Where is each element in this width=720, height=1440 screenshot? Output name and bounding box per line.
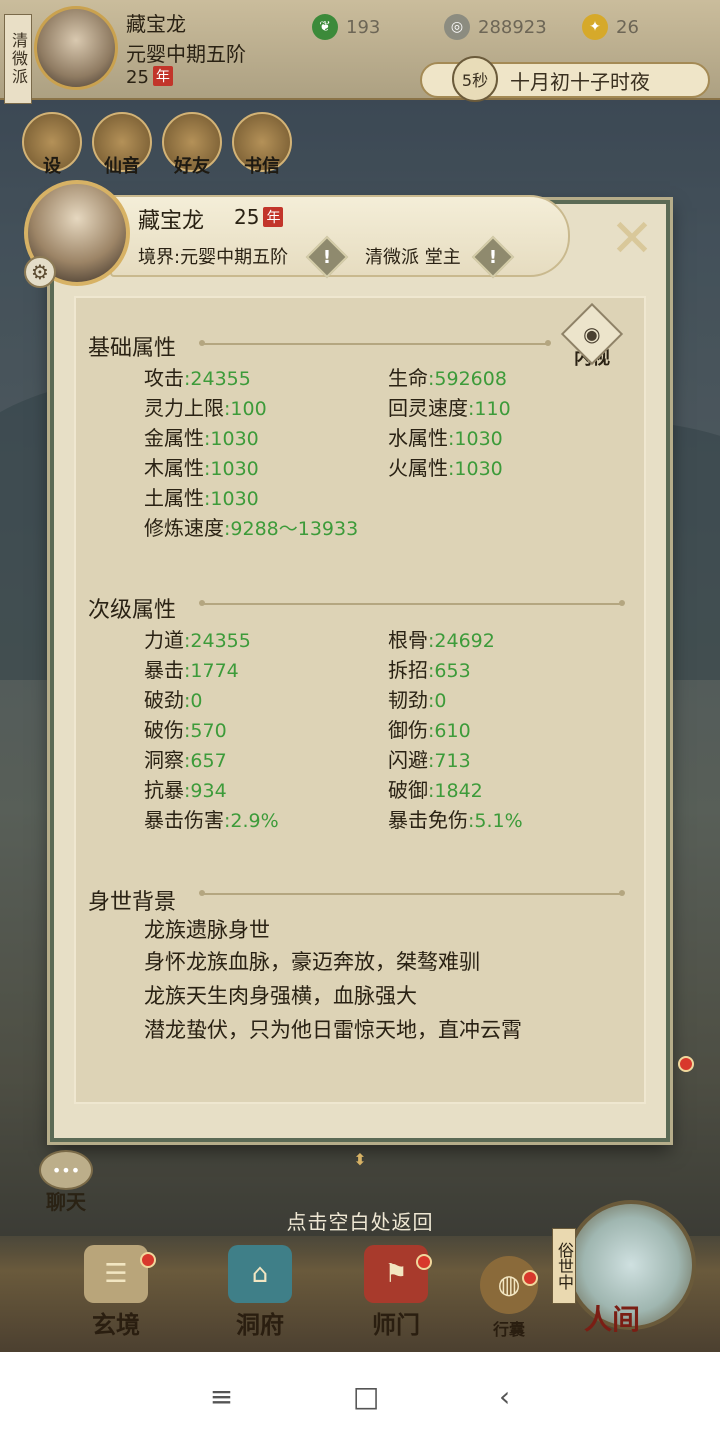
background-line: 龙族遗脉身世 xyxy=(144,918,270,942)
close-button[interactable]: ✕ xyxy=(600,212,664,266)
background-line: 身怀龙族血脉，豪迈奔放，桀骜难驯 xyxy=(144,950,480,974)
attr-wood: 木属性:1030 xyxy=(144,456,259,480)
attr-parry: 拆招:653 xyxy=(388,658,471,682)
character-sect-rank: 清微派 堂主 xyxy=(365,247,461,268)
attr-damage-reduction: 御伤:610 xyxy=(388,718,471,742)
section-divider xyxy=(199,600,625,606)
nav-dongfu[interactable]: ⌂ 洞府 xyxy=(228,1245,292,1340)
age-value: 25 xyxy=(126,67,149,88)
top-status-bar: 清微派 藏宝龙 元婴中期五阶 25 年 ❦ 193 ◎ 288923 ✦ 26 5… xyxy=(0,0,720,104)
nav-label: 师门 xyxy=(372,1311,420,1339)
player-avatar[interactable] xyxy=(34,6,118,90)
jade-count: 193 xyxy=(346,16,381,38)
scroll-icon: ☰ xyxy=(84,1245,148,1303)
player-age: 25 年 xyxy=(126,66,173,88)
notification-dot xyxy=(140,1252,156,1268)
friends-button[interactable]: 好友 xyxy=(162,112,222,177)
eye-icon: ◉ xyxy=(560,302,624,366)
character-age: 25 年 xyxy=(234,205,284,229)
coin-icon: ◎ xyxy=(444,14,470,40)
letter-button[interactable]: 书信 xyxy=(232,112,292,177)
attr-attack: 攻击:24355 xyxy=(144,366,251,390)
gear-icon[interactable]: ⚙ xyxy=(24,256,56,288)
world-label: 人间 xyxy=(584,1303,641,1336)
player-name: 藏宝龙 xyxy=(126,12,186,36)
attr-water: 水属性:1030 xyxy=(388,426,503,450)
character-age-value: 25 xyxy=(234,205,260,229)
attr-crit-damage-resist: 暴击免伤:5.1% xyxy=(388,808,523,832)
strength-count: 26 xyxy=(616,16,639,38)
section-title-basic: 基础属性 xyxy=(88,336,177,361)
music-button[interactable]: 仙音 xyxy=(92,112,152,177)
section-title-background: 身世背景 xyxy=(88,890,177,915)
game-clock: 5秒 十月初十子时夜 xyxy=(420,56,710,102)
nav-bag[interactable]: ◍ 行囊 xyxy=(480,1256,538,1340)
settings-label: 设 xyxy=(43,156,61,177)
resource-jade[interactable]: ❦ 193 xyxy=(312,14,380,40)
nav-label: 行囊 xyxy=(492,1320,525,1339)
pin-icon: ⬍ xyxy=(353,1150,367,1169)
music-label: 仙音 xyxy=(104,156,140,177)
attr-dodge: 闪避:713 xyxy=(388,748,471,772)
chat-bubble-icon: ••• xyxy=(39,1150,93,1190)
quick-icon-row: 设 仙音 好友 书信 xyxy=(22,112,292,177)
attr-constitution: 根骨:24692 xyxy=(388,628,495,652)
coin-count: 288923 xyxy=(478,16,547,38)
attr-fire: 火属性:1030 xyxy=(388,456,503,480)
attr-crit-damage: 暴击伤害:2.9% xyxy=(144,808,279,832)
settings-button[interactable]: 设 xyxy=(22,112,82,177)
friends-label: 好友 xyxy=(174,156,210,177)
notification-dot xyxy=(416,1254,432,1270)
world-status-tag: 俗世中 xyxy=(552,1228,576,1304)
attr-strength: 力道:24355 xyxy=(144,628,251,652)
attr-break-damage: 破伤:570 xyxy=(144,718,227,742)
notification-dot xyxy=(522,1270,538,1286)
nav-label: 洞府 xyxy=(236,1311,284,1339)
banner-icon: ⚑ xyxy=(364,1245,428,1303)
attr-penetrate: 破劲:0 xyxy=(144,688,203,712)
timer-seconds: 5秒 xyxy=(452,56,498,102)
attr-crit-resist: 抗暴:934 xyxy=(144,778,227,802)
strength-icon: ✦ xyxy=(582,14,608,40)
game-time-text: 十月初十子时夜 xyxy=(510,69,650,94)
notification-dot xyxy=(678,1056,694,1072)
background-line: 龙族天生肉身强横，血脉强大 xyxy=(144,984,417,1008)
player-realm: 元婴中期五阶 xyxy=(126,42,246,66)
system-navigation-bar: ≡ □ ‹ xyxy=(0,1352,720,1440)
menu-icon[interactable]: ≡ xyxy=(210,1380,233,1413)
resource-strength[interactable]: ✦ 26 xyxy=(582,14,639,40)
attr-cultivation-speed: 修炼速度:9288～13933 xyxy=(144,516,359,540)
year-badge: 年 xyxy=(152,66,173,86)
character-name: 藏宝龙 xyxy=(138,209,205,234)
sect-tag: 清微派 xyxy=(4,14,32,104)
inner-view-button[interactable]: ◉ 内视 xyxy=(560,302,624,376)
attr-tenacity: 韧劲:0 xyxy=(388,688,447,712)
section-divider xyxy=(199,890,625,896)
attr-insight: 洞察:657 xyxy=(144,748,227,772)
jade-icon: ❦ xyxy=(312,14,338,40)
attr-crit: 暴击:1774 xyxy=(144,658,239,682)
attr-mana-cap: 灵力上限:100 xyxy=(144,396,267,420)
attr-life: 生命:592608 xyxy=(388,366,507,390)
character-realm: 境界:元婴中期五阶 xyxy=(138,247,289,268)
nav-label: 玄境 xyxy=(92,1311,140,1339)
resource-coin[interactable]: ◎ 288923 xyxy=(444,14,547,40)
character-year-badge: 年 xyxy=(263,207,284,227)
background-line: 潜龙蛰伏，只为他日雷惊天地，直冲云霄 xyxy=(144,1018,522,1042)
attr-mana-regen: 回灵速度:110 xyxy=(388,396,511,420)
back-icon[interactable]: ‹ xyxy=(499,1380,510,1413)
attr-earth: 土属性:1030 xyxy=(144,486,259,510)
pavilion-icon: ⌂ xyxy=(228,1245,292,1303)
section-divider xyxy=(199,340,551,346)
nav-xuanjing[interactable]: ☰ 玄境 xyxy=(84,1245,148,1340)
section-title-secondary: 次级属性 xyxy=(88,598,177,623)
home-icon[interactable]: □ xyxy=(353,1380,379,1413)
letter-label: 书信 xyxy=(244,156,280,177)
attr-armor-break: 破御:1842 xyxy=(388,778,483,802)
attr-metal: 金属性:1030 xyxy=(144,426,259,450)
